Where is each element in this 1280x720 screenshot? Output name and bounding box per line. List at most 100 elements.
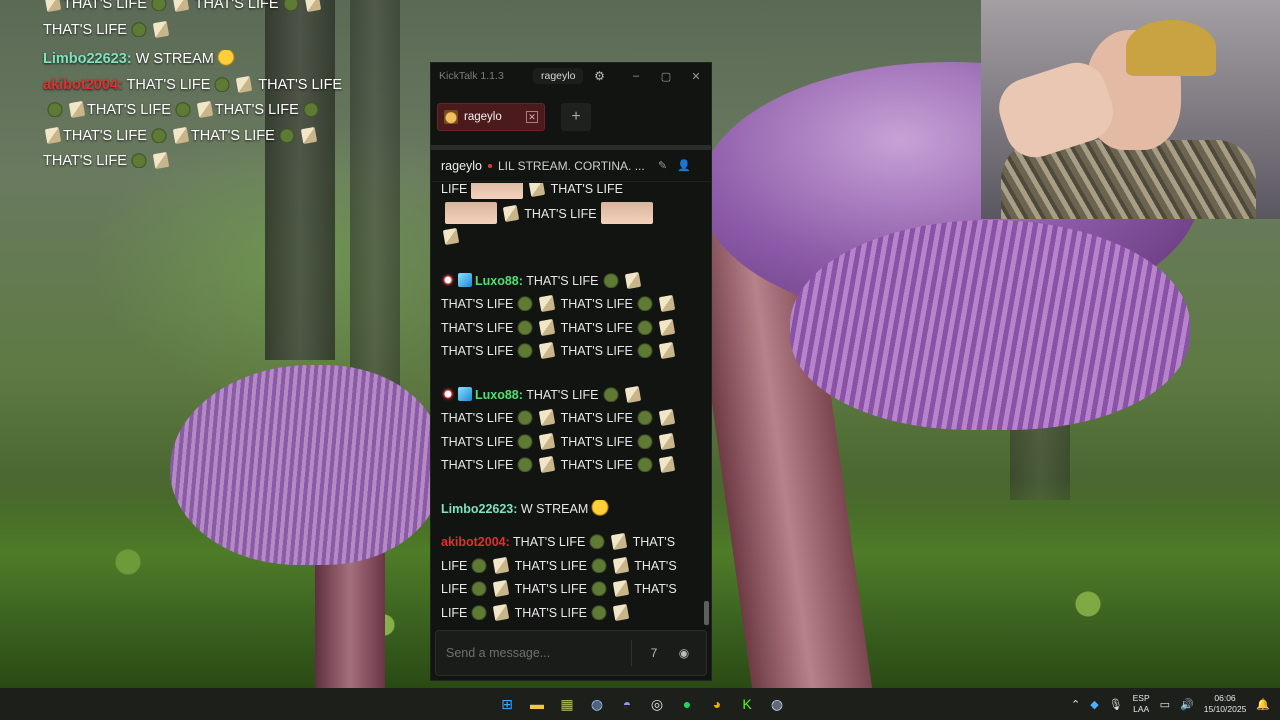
add-tab-button[interactable]: + — [561, 103, 591, 131]
discord-icon[interactable]: ◓ — [615, 692, 639, 716]
steam-icon-2[interactable]: ◍ — [765, 692, 789, 716]
maximize-button[interactable]: ▢ — [651, 70, 681, 83]
chat-message: Limbo22623: W STREAM — [441, 498, 695, 522]
message-username[interactable]: akibot2004: — [441, 535, 510, 549]
stream-title: LIL STREAM. CORTINA. ... — [498, 158, 645, 173]
chrome-icon[interactable]: ◕ — [705, 692, 729, 716]
scroll-emote-icon — [539, 318, 556, 336]
scroll-emote-icon — [611, 532, 628, 551]
overlay-line: THAT'S LIFE — [43, 149, 353, 175]
start-button-icon[interactable]: ⊞ — [495, 692, 519, 716]
live-indicator — [488, 163, 492, 168]
pin-icon[interactable]: ✎ — [658, 159, 667, 172]
kick-icon[interactable]: K — [735, 692, 759, 716]
gear-icon[interactable]: ⚙ — [591, 68, 607, 84]
message-text: THAT'S LIFE — [524, 206, 597, 221]
title-bar[interactable]: KickTalk 1.1.3 rageylo ⚙ – ▢ ✕ — [431, 63, 711, 89]
scroll-emote-icon — [612, 556, 630, 574]
message-text: THAT'S LIFE — [513, 535, 586, 549]
minecraft-icon[interactable]: ▦ — [555, 692, 579, 716]
tab-rageylo[interactable]: rageylo ✕ — [437, 103, 545, 131]
chat-scrollbar[interactable] — [704, 183, 709, 627]
minimize-button[interactable]: – — [621, 70, 651, 83]
spotify-icon[interactable]: ● — [675, 692, 699, 716]
message-text: LIFE — [441, 582, 468, 596]
channel-avatar — [444, 110, 458, 124]
tree-trunk — [350, 0, 400, 420]
overlay-line: akibot2004: THAT'S LIFE THAT'S LIFE — [43, 73, 353, 99]
chevron-up-icon[interactable]: ⌃ — [1071, 698, 1080, 711]
frog-emote-icon — [470, 603, 489, 620]
message-text: THAT'S LIFE — [441, 344, 514, 358]
window-controls: – ▢ ✕ — [621, 70, 711, 83]
input-divider — [631, 640, 632, 666]
clock[interactable]: 06:06 15/10/2025 — [1204, 693, 1247, 715]
clock-time: 06:06 — [1214, 693, 1236, 703]
overlay-username: Limbo22623: — [43, 51, 132, 67]
steam-icon[interactable]: ◍ — [585, 692, 609, 716]
scroll-emote-icon — [493, 556, 510, 574]
scroll-emote-icon — [172, 0, 190, 13]
scroll-emote-icon — [612, 603, 630, 621]
taskbar-apps: ⊞ ▬ ▦ ◍ ◓ ◎ ● ◕ K ◍ — [495, 692, 789, 716]
overlay-text: THAT'S LIFE — [214, 102, 299, 118]
emote-picker-icon[interactable]: ◉ — [672, 641, 696, 665]
scroll-emote-icon — [493, 603, 510, 621]
tab-label: rageylo — [464, 111, 502, 123]
chat-messages[interactable]: LIFE THAT'S LIFE THAT'S LIFE Luxo88: THA… — [431, 183, 705, 627]
message-username[interactable]: Limbo22623: — [441, 502, 517, 516]
webcam-person-hat — [1126, 20, 1216, 76]
scroll-emote-icon — [658, 341, 676, 360]
message-username[interactable]: Luxo88: — [475, 388, 523, 402]
frog-emote-icon — [516, 456, 535, 472]
seventv-emote-icon[interactable]: 7 — [642, 641, 666, 665]
message-text: THAT'S LIFE — [441, 411, 514, 425]
scroll-emote-icon — [624, 385, 641, 403]
stream-overlay-chat: THAT'S LIFE THAT'S LIFE THAT'S LIFE Limb… — [43, 0, 353, 175]
message-text: THAT'S LIFE — [560, 320, 633, 335]
chat-header: rageylo LIL STREAM. CORTINA. ... ✎ 👤 — [431, 150, 711, 182]
file-explorer-icon[interactable]: ▬ — [525, 692, 549, 716]
cube-badge-icon — [458, 272, 472, 287]
close-tab-icon[interactable]: ✕ — [526, 111, 538, 123]
defender-icon[interactable]: ◆ — [1090, 698, 1098, 711]
frog-emote-icon — [635, 409, 654, 425]
frog-emote-icon — [635, 456, 654, 472]
volume-icon[interactable]: 🔊 — [1180, 698, 1194, 711]
overlay-line: THAT'S LIFE — [43, 18, 353, 44]
notification-bell-icon[interactable]: 🔔 — [1256, 698, 1270, 711]
scrollbar-thumb[interactable] — [704, 601, 709, 625]
frog-emote-icon — [277, 126, 296, 143]
message-username[interactable]: Luxo88: — [475, 274, 523, 288]
frog-emote-icon — [470, 580, 489, 596]
scroll-emote-icon — [304, 0, 321, 13]
frog-emote-icon — [149, 0, 168, 11]
message-input[interactable] — [446, 646, 627, 660]
keyboard-layout: LAA — [1133, 704, 1150, 714]
frog-emote-icon — [516, 318, 535, 335]
overlay-text: W STREAM — [135, 51, 214, 67]
language-indicator[interactable]: ESP LAA — [1133, 693, 1150, 715]
scroll-emote-icon — [624, 271, 641, 289]
overlay-text: THAT'S LIFE — [43, 21, 127, 38]
chat-message: LIFE THAT'S LIFE THAT'S LIFE — [441, 183, 695, 250]
microphone-icon[interactable]: 🎙 — [1109, 698, 1123, 711]
frog-emote-icon — [516, 432, 535, 449]
frog-emote-icon — [516, 295, 535, 311]
user-icon[interactable]: 👤 — [677, 159, 691, 172]
app-title: KickTalk 1.1.3 — [439, 70, 504, 82]
close-button[interactable]: ✕ — [681, 70, 711, 83]
message-text: THAT'S LIFE — [560, 297, 633, 311]
frog-emote-icon — [173, 101, 192, 117]
network-icon[interactable]: ▭ — [1160, 698, 1170, 711]
title-channel-chip[interactable]: rageylo — [533, 68, 584, 84]
frog-emote-icon — [281, 0, 300, 11]
obs-icon[interactable]: ◎ — [645, 692, 669, 716]
frog-emote-icon — [46, 101, 64, 117]
frog-emote-icon — [635, 432, 654, 449]
streamer-name[interactable]: rageylo — [441, 159, 482, 173]
overlay-text: THAT'S LIFE — [194, 0, 279, 12]
overlay-line: THAT'S LIFE THAT'S LIFE — [43, 98, 353, 124]
chat-message: Luxo88: THAT'S LIFE THAT'S LIFE THAT'S L… — [441, 270, 695, 364]
frog-emote-icon — [589, 580, 608, 596]
